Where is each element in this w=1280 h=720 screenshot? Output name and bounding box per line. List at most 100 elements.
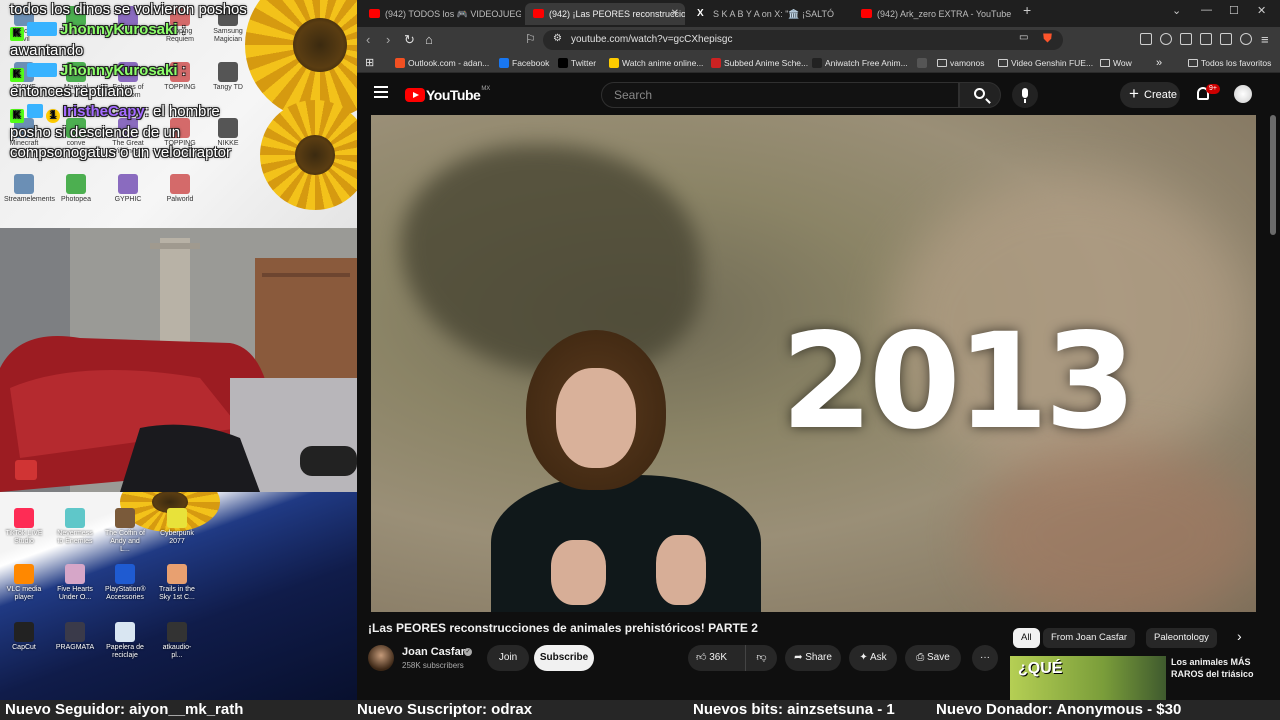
bookmark-item[interactable]: Video Genshin FUE... (998, 53, 1093, 73)
create-label: Create (1144, 89, 1178, 101)
desktop-icon[interactable]: GYPHIC (108, 174, 148, 204)
home-icon[interactable]: ⌂ (425, 32, 433, 47)
dislike-button[interactable]: 👎︎ (745, 645, 777, 671)
subscribe-button[interactable]: Subscribe (534, 645, 594, 671)
presenter-hand (551, 540, 606, 605)
forward-icon[interactable]: › (386, 32, 390, 47)
youtube-icon (533, 9, 544, 18)
search-input[interactable]: Search (601, 82, 959, 108)
favicon-icon (711, 58, 721, 68)
desktop-icon[interactable]: CapCut (4, 622, 44, 652)
bookmark-item[interactable]: Aniwatch Free Anim... (812, 53, 908, 73)
desktop-icon[interactable]: atkaudio-pl... (157, 622, 197, 660)
desktop-icon[interactable]: PlayStation® Accessories (105, 564, 146, 602)
chip-all[interactable]: All (1013, 628, 1040, 648)
search-button[interactable] (959, 82, 1001, 108)
desktop-icon-label: atkaudio-pl... (162, 644, 192, 659)
desktop-icon[interactable]: Nevermess to Enemies (55, 508, 95, 546)
music-icon[interactable] (1180, 33, 1192, 45)
bookmark-item[interactable]: Subbed Anime Sche... (711, 53, 808, 73)
desktop-icon[interactable]: Streamelements (4, 174, 55, 204)
desktop-icon[interactable]: Trails in the Sky 1st C... (157, 564, 197, 602)
account-avatar[interactable] (1234, 85, 1252, 103)
apps-icon[interactable]: ⊞ (365, 53, 374, 73)
desktop-icon[interactable]: Cyberpunk 2077 (157, 508, 197, 546)
bookmark-label: Aniwatch Free Anim... (825, 58, 908, 68)
share-label: Share (805, 652, 832, 663)
sub-badge-icon (27, 63, 57, 77)
save-button[interactable]: ⎙ Save (905, 645, 961, 671)
browser-tab-active[interactable]: (942) ¡Las PEORES reconstruccio ✕ (525, 3, 685, 25)
video-title: ¡Las PEORES reconstrucciones de animales… (368, 621, 758, 635)
chips-next-icon[interactable]: › (1237, 628, 1242, 644)
more-actions-button[interactable]: ··· (972, 645, 998, 671)
address-bar[interactable]: ⚙ youtube.com/watch?v=gcCXhepisgc ▭ ⛊ (543, 30, 1063, 50)
bookmark-icon[interactable]: ⚐ (525, 32, 536, 46)
chip-from-channel[interactable]: From Joan Casfar (1043, 628, 1136, 648)
voice-search-icon[interactable] (1012, 82, 1038, 108)
chat-line: compsonogatus o un velociraptor (10, 144, 231, 161)
bookmark-item[interactable]: Twitter (558, 53, 596, 73)
bookmark-item[interactable]: Wow (1100, 53, 1132, 73)
bookmark-label: Facebook (512, 58, 550, 68)
desktop-icon[interactable]: The Coffin of Andy and L... (105, 508, 145, 554)
create-button[interactable]: Create (1120, 81, 1180, 108)
ask-button[interactable]: ✦ Ask (849, 645, 897, 671)
subscriber-count: 258K subscribers (402, 661, 464, 670)
new-follower-alert: Nuevo Seguidor: aiyon__mk_rath (5, 701, 244, 718)
desktop-icon[interactable]: TikTok LIVE Studio (4, 508, 44, 546)
site-info-icon[interactable]: ⚙ (553, 33, 562, 44)
bookmark-item[interactable]: Watch anime online... (609, 53, 703, 73)
folder-icon (1100, 59, 1110, 67)
share-button[interactable]: ➦ Share (785, 645, 841, 671)
bookmark-label: vamonos (950, 58, 985, 68)
chip-paleontology[interactable]: Paleontology (1146, 628, 1217, 648)
presenter-face (556, 368, 636, 468)
wallet-icon[interactable] (1220, 33, 1232, 45)
bookmark-item[interactable]: Facebook (499, 53, 549, 73)
channel-avatar[interactable] (368, 645, 394, 671)
kick-badge-icon: K (10, 68, 24, 82)
search-placeholder: Search (614, 88, 653, 102)
like-button[interactable]: 👍︎ 36K (688, 645, 745, 671)
back-icon[interactable]: ‹ (366, 32, 370, 47)
bookmark-item[interactable]: Outlook.com - adan... (395, 53, 489, 73)
hamburger-menu-icon[interactable] (374, 86, 388, 98)
desktop-icon[interactable]: VLC media player (4, 564, 44, 602)
browser-tab[interactable]: X S K A B Y A on X: "🏛️ ¡SALTÓ (689, 3, 849, 25)
all-bookmarks-folder[interactable]: Todos los favoritos (1188, 53, 1271, 73)
recommended-video-title[interactable]: Los animales MÁS RAROS del triásico (1171, 656, 1271, 680)
extension-icon[interactable] (1140, 33, 1152, 45)
new-tab-button[interactable]: + (1023, 2, 1031, 18)
extension-icon[interactable] (1200, 33, 1212, 45)
close-window-icon[interactable]: ✕ (1257, 4, 1266, 17)
brave-shield-icon[interactable]: ⛊ (1043, 31, 1052, 46)
recommended-video-thumbnail[interactable]: ¿QUÉ (1010, 656, 1166, 700)
cast-icon[interactable]: ▭ (1019, 32, 1028, 43)
desktop-icon[interactable]: Papelera de reciclaje (105, 622, 145, 660)
desktop-icon-label: Cyberpunk 2077 (160, 530, 194, 545)
reload-icon[interactable]: ↻ (404, 32, 415, 48)
desktop-icon[interactable]: PRAGMATA (55, 622, 95, 652)
desktop-icon[interactable]: Palworld (160, 174, 200, 204)
webcam-feed (0, 228, 357, 492)
extension-icon[interactable] (1160, 33, 1172, 45)
sidebar-icon[interactable] (1240, 33, 1252, 45)
desktop-icon[interactable]: Photopea (56, 174, 96, 204)
video-player[interactable]: 2013 (371, 115, 1256, 612)
thumbnail-text: ¿QUÉ (1018, 660, 1063, 677)
close-tab-icon[interactable]: ✕ (671, 3, 679, 25)
channel-name[interactable]: Joan Casfar (402, 646, 465, 658)
bookmark-item[interactable]: vamonos (937, 53, 985, 73)
join-button[interactable]: Join (487, 645, 529, 671)
browser-tab[interactable]: (942) Ark_zero EXTRA - YouTube (853, 3, 1013, 25)
tab-search-icon[interactable]: ⌄ (1172, 4, 1181, 17)
browser-tab[interactable]: (942) TODOS los 🎮 VIDEOJUEGOS 🎮 (361, 3, 521, 25)
page-scrollbar[interactable] (1270, 115, 1276, 235)
desktop-icon[interactable]: Five Hearts Under O... (55, 564, 95, 602)
menu-icon[interactable]: ≡ (1261, 32, 1269, 47)
minimize-icon[interactable]: — (1201, 4, 1212, 16)
youtube-logo[interactable]: YouTubeMX (405, 86, 490, 104)
maximize-icon[interactable]: ☐ (1229, 4, 1239, 17)
bookmarks-more-button[interactable]: » (1156, 53, 1162, 73)
